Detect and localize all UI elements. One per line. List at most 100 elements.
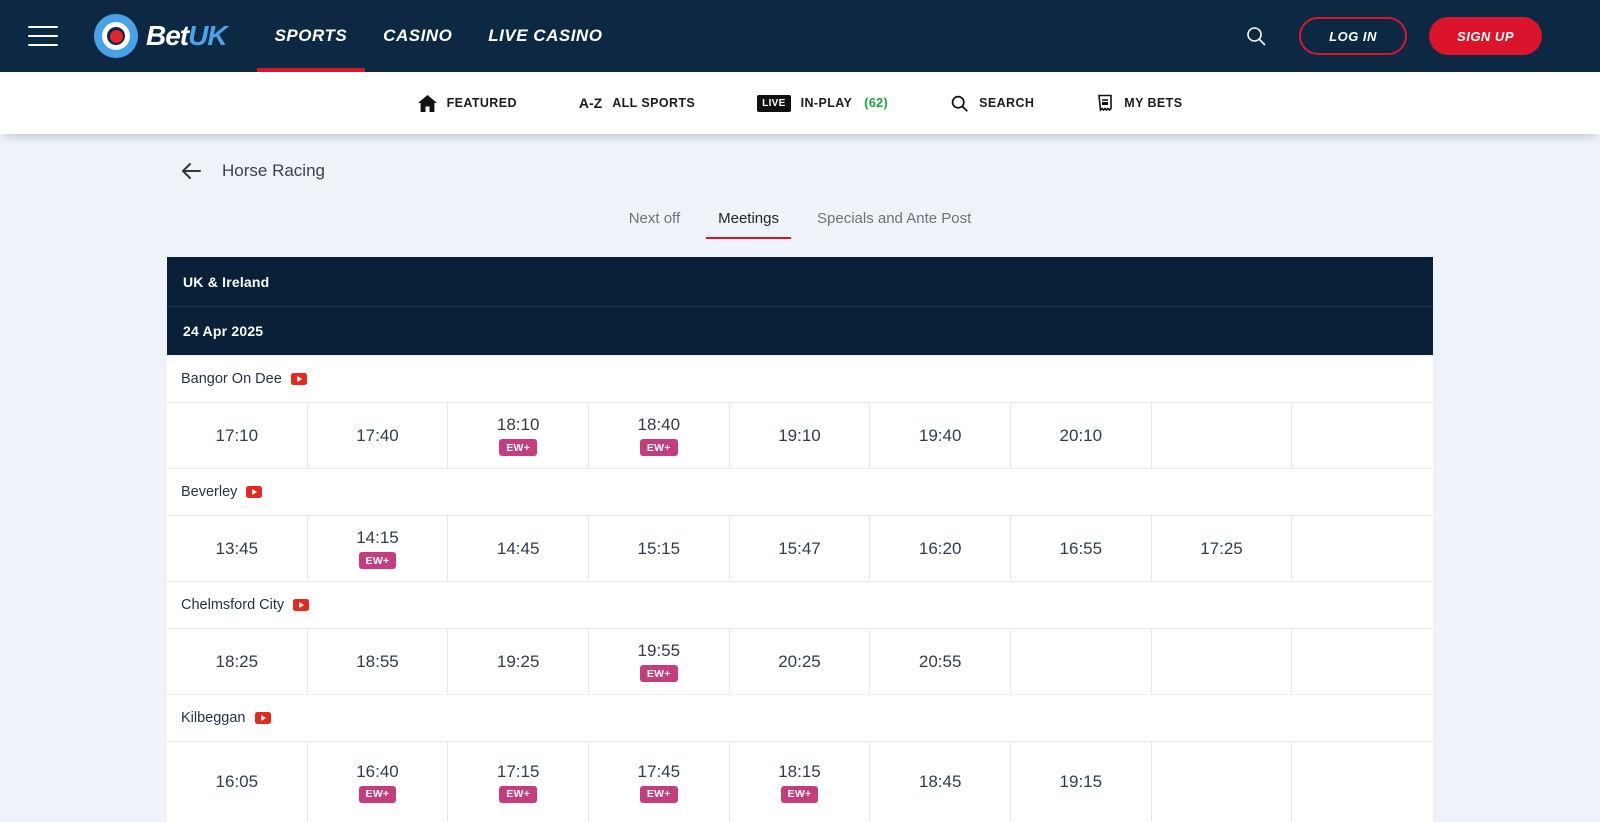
nav-sports[interactable]: SPORTS: [257, 0, 366, 72]
signup-button[interactable]: SIGN UP: [1429, 17, 1542, 55]
race-time: 18:10: [497, 415, 540, 435]
meeting-name-row-beverley[interactable]: Beverley: [167, 468, 1433, 515]
race-time-cell-beverley-1620[interactable]: 16:20: [870, 516, 1011, 581]
meeting-block-bangor-on-dee: Bangor On Dee17:1017:4018:10EW+18:40EW+1…: [167, 355, 1433, 468]
meeting-block-kilbeggan: Kilbeggan16:0516:40EW+17:15EW+17:45EW+18…: [167, 694, 1433, 822]
top-navbar: BetUK SPORTSCASINOLIVE CASINO LOG IN SIG…: [0, 0, 1600, 72]
race-time: 19:55: [638, 641, 681, 661]
race-time: 19:25: [497, 652, 540, 672]
subnav-label: FEATURED: [447, 96, 517, 110]
login-button[interactable]: LOG IN: [1299, 17, 1407, 55]
race-time: 18:15: [778, 762, 821, 782]
betuk-roundel-icon: [94, 14, 138, 58]
race-time: 18:25: [216, 652, 259, 672]
race-time-cell-beverley-1515[interactable]: 15:15: [589, 516, 730, 581]
race-time-cell-kilbeggan-1815[interactable]: 18:15 EW+: [730, 742, 871, 822]
race-time: 16:20: [919, 539, 962, 559]
ew-plus-badge: EW+: [781, 786, 819, 803]
ew-plus-badge: EW+: [640, 439, 678, 456]
race-time-cell-bangor-on-dee-1810[interactable]: 18:10EW+: [448, 403, 589, 468]
subnav-item-featured[interactable]: FEATURED: [418, 95, 517, 112]
race-time-cell-bangor-on-dee-1910[interactable]: 19:10: [730, 403, 871, 468]
race-time-cell-beverley-1547[interactable]: 15:47: [730, 516, 871, 581]
race-time-cell-chelmsford-city-2025[interactable]: 20:25: [730, 629, 871, 694]
ew-plus-badge: EW+: [359, 786, 397, 803]
video-stream-icon: [255, 712, 271, 724]
meetings-list: Bangor On Dee17:1017:4018:10EW+18:40EW+1…: [167, 355, 1433, 822]
subnav-item-my-bets[interactable]: MY BETS: [1096, 94, 1182, 112]
ew-plus-badge: EW+: [359, 552, 397, 569]
race-time-cell-beverley-1725[interactable]: 17:25: [1152, 516, 1293, 581]
tab-specials-and-ante-post[interactable]: Specials and Ante Post: [805, 202, 983, 239]
subnav-label: MY BETS: [1124, 96, 1182, 110]
race-time-cell-chelmsford-city-1925[interactable]: 19:25: [448, 629, 589, 694]
race-time-cell-bangor-on-dee-2010[interactable]: 20:10: [1011, 403, 1152, 468]
race-time-cell-kilbeggan-1715[interactable]: 17:15EW+: [448, 742, 589, 822]
ew-plus-badge: EW+: [640, 786, 678, 803]
empty-cell: [1152, 629, 1293, 694]
race-time-cell-bangor-on-dee-1840[interactable]: 18:40EW+: [589, 403, 730, 468]
meeting-name: Bangor On Dee: [181, 371, 282, 387]
subnav-label: IN-PLAY: [801, 96, 853, 110]
race-time: 19:10: [778, 426, 821, 446]
page-content: Horse Racing Next offMeetingsSpecials an…: [0, 156, 1600, 822]
race-time: 16:40: [356, 762, 399, 782]
nav-live-casino[interactable]: LIVE CASINO: [470, 0, 620, 72]
race-time: 14:15: [356, 528, 399, 548]
race-time: 18:55: [356, 652, 399, 672]
meeting-name-row-chelmsford-city[interactable]: Chelmsford City: [167, 581, 1433, 628]
meeting-block-chelmsford-city: Chelmsford City 18:25 18:55 19:25 19:55EW+ 20…: [167, 581, 1433, 694]
subnav-label: SEARCH: [979, 96, 1034, 110]
race-time-cell-kilbeggan-1745[interactable]: 17:45 EW+: [589, 742, 730, 822]
subnav-item-all-sports[interactable]: A-ZALL SPORTS: [579, 95, 695, 111]
meeting-name-row-bangor-on-dee[interactable]: Bangor On Dee: [167, 355, 1433, 402]
empty-cell: [1292, 403, 1433, 468]
race-time-cell-kilbeggan-1915[interactable]: 19:15: [1011, 742, 1152, 822]
race-time: 20:55: [919, 652, 962, 672]
race-time: 17:10: [216, 426, 259, 446]
race-time-cell-kilbeggan-1605[interactable]: 16:05: [167, 742, 308, 822]
meeting-name: Chelmsford City: [181, 597, 284, 613]
video-stream-icon: [291, 373, 307, 385]
region-header[interactable]: UK & Ireland: [167, 257, 1433, 306]
times-row: 16:0516:40EW+17:15EW+17:45EW+18:15EW+18:…: [167, 741, 1433, 822]
search-icon[interactable]: [1245, 25, 1267, 47]
race-time-cell-beverley-1445[interactable]: 14:45: [448, 516, 589, 581]
race-time-cell-beverley-1415[interactable]: 14:15 EW+: [308, 516, 449, 581]
race-time: 17:45: [638, 762, 681, 782]
race-time: 13:45: [216, 539, 259, 559]
race-time-cell-chelmsford-city-1955[interactable]: 19:55EW+: [589, 629, 730, 694]
race-time-cell-beverley-1345[interactable]: 13:45: [167, 516, 308, 581]
race-time: 18:45: [919, 772, 962, 792]
tab-next-off[interactable]: Next off: [617, 202, 692, 239]
race-time: 20:25: [778, 652, 821, 672]
race-time-cell-chelmsford-city-1825[interactable]: 18:25: [167, 629, 308, 694]
race-time: 19:15: [1060, 772, 1103, 792]
meeting-name: Kilbeggan: [181, 710, 246, 726]
tab-meetings[interactable]: Meetings: [706, 202, 791, 239]
menu-icon[interactable]: [28, 16, 70, 56]
race-time-cell-beverley-1655[interactable]: 16:55: [1011, 516, 1152, 581]
back-arrow-icon[interactable]: [180, 162, 202, 180]
ew-plus-badge: EW+: [499, 786, 537, 803]
race-time-cell-kilbeggan-1845[interactable]: 18:45: [870, 742, 1011, 822]
race-time-cell-bangor-on-dee-1740[interactable]: 17:40: [308, 403, 449, 468]
betuk-logo[interactable]: BetUK: [94, 0, 227, 72]
nav-casino[interactable]: CASINO: [365, 0, 470, 72]
race-time-cell-kilbeggan-1640[interactable]: 16:40 EW+: [308, 742, 449, 822]
betuk-logo-text: BetUK: [146, 20, 227, 52]
inplay-count: (62): [864, 96, 888, 110]
subnav-item-search[interactable]: SEARCH: [950, 94, 1034, 113]
video-stream-icon: [246, 486, 262, 498]
race-time-cell-chelmsford-city-2055[interactable]: 20:55: [870, 629, 1011, 694]
empty-cell: [1011, 629, 1152, 694]
tab-bar: Next off Meetings Specials and Ante Post: [0, 202, 1600, 239]
empty-cell: [1292, 629, 1433, 694]
race-time-cell-bangor-on-dee-1710[interactable]: 17:10: [167, 403, 308, 468]
live-badge-icon: LIVE: [757, 95, 790, 112]
subnav-item-in-play[interactable]: LIVE IN-PLAY (62): [757, 95, 888, 112]
race-time-cell-chelmsford-city-1855[interactable]: 18:55: [308, 629, 449, 694]
race-time: 15:15: [638, 539, 681, 559]
meeting-name-row-kilbeggan[interactable]: Kilbeggan: [167, 694, 1433, 741]
race-time-cell-bangor-on-dee-1940[interactable]: 19:40: [870, 403, 1011, 468]
